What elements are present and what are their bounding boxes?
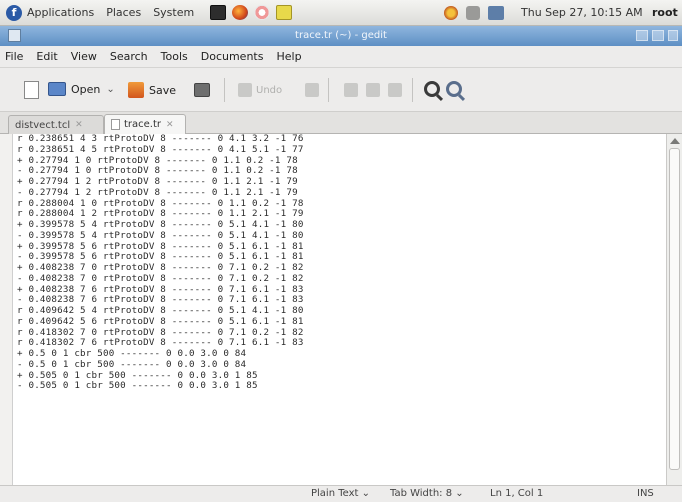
editor-left-margin	[0, 134, 12, 485]
print-icon	[194, 83, 210, 97]
volume-icon[interactable]	[466, 6, 480, 20]
document-tabs: distvect.tcl ✕ trace.tr ✕	[0, 112, 682, 134]
menu-tools[interactable]: Tools	[161, 50, 188, 63]
maximize-button[interactable]	[652, 30, 664, 41]
system-tray	[444, 0, 512, 26]
open-recent-arrow[interactable]: ⌄	[106, 84, 114, 95]
paste-button[interactable]	[388, 83, 402, 97]
tab-label: distvect.tcl	[15, 119, 71, 131]
applications-menu-label: Applications	[27, 6, 95, 19]
editor-line[interactable]: - 0.5 0 1 cbr 500 ------- 0 0.0 3.0 0 84	[13, 359, 666, 371]
close-icon[interactable]: ✕	[166, 120, 174, 130]
help-launcher-icon[interactable]	[254, 5, 271, 20]
network-icon[interactable]	[488, 6, 504, 20]
save-button-label: Save	[149, 83, 177, 97]
firefox-launcher-icon[interactable]	[232, 5, 249, 20]
copy-icon	[366, 83, 380, 97]
update-notifier-icon[interactable]	[444, 6, 458, 20]
insert-mode-indicator: INS	[637, 488, 654, 499]
notes-launcher-icon[interactable]	[276, 5, 293, 20]
user-switcher[interactable]: root	[652, 6, 678, 19]
replace-button[interactable]	[446, 81, 462, 97]
vertical-scrollbar[interactable]	[666, 134, 682, 485]
redo-icon	[305, 83, 319, 97]
editor-line[interactable]: r 0.238651 4 5 rtProtoDV 8 ------- 0 4.1…	[13, 144, 666, 156]
system-menu-label: System	[153, 6, 195, 19]
open-button[interactable]: Open ⌄	[48, 82, 115, 96]
system-menu[interactable]: System	[153, 6, 194, 19]
save-button[interactable]: Save	[128, 82, 176, 98]
menu-help[interactable]: Help	[276, 50, 301, 63]
open-button-label: Open	[71, 82, 101, 96]
new-button[interactable]	[24, 81, 43, 99]
search-icon	[424, 81, 440, 97]
fedora-logo-icon: f	[6, 4, 22, 21]
menu-search[interactable]: Search	[110, 50, 148, 63]
save-icon	[128, 82, 144, 98]
redo-button[interactable]	[305, 83, 319, 97]
tab-width-selector[interactable]: Tab Width: 8 ⌄	[390, 488, 464, 499]
text-editor[interactable]: r 0.238651 4 3 rtProtoDV 8 ------- 0 4.1…	[12, 134, 666, 485]
new-document-icon	[24, 81, 39, 99]
menu-bar: File Edit View Search Tools Documents He…	[0, 46, 682, 68]
print-button[interactable]	[194, 83, 210, 97]
scrollbar-thumb[interactable]	[669, 148, 680, 470]
cut-icon	[344, 83, 358, 97]
text-document-icon	[111, 119, 120, 130]
close-icon[interactable]: ✕	[75, 120, 83, 130]
toolbar-separator	[412, 78, 413, 102]
scroll-up-arrow[interactable]	[670, 138, 680, 144]
minimize-button[interactable]	[636, 30, 648, 41]
toolbar: Open ⌄ Save Undo	[0, 68, 682, 112]
window-titlebar[interactable]: trace.tr (~) - gedit	[0, 26, 682, 46]
menu-file[interactable]: File	[5, 50, 23, 63]
places-menu[interactable]: Places	[106, 6, 141, 19]
find-button[interactable]	[424, 81, 440, 97]
undo-icon	[238, 83, 252, 97]
menu-view[interactable]: View	[71, 50, 97, 63]
toolbar-separator	[224, 78, 225, 102]
paste-icon	[388, 83, 402, 97]
editor-line[interactable]: r 0.409642 5 6 rtProtoDV 8 ------- 0 5.1…	[13, 316, 666, 328]
panel-launchers	[210, 5, 293, 20]
editor-line[interactable]: - 0.27794 1 2 rtProtoDV 8 ------- 0 1.1 …	[13, 187, 666, 199]
open-folder-icon	[48, 82, 66, 96]
places-menu-label: Places	[106, 6, 142, 19]
menu-documents[interactable]: Documents	[201, 50, 264, 63]
tab-distvect[interactable]: distvect.tcl ✕	[8, 115, 104, 134]
top-panel: f Applications Places System Thu Sep 27,…	[0, 0, 682, 26]
menu-edit[interactable]: Edit	[36, 50, 57, 63]
language-selector[interactable]: Plain Text ⌄	[311, 488, 370, 499]
editor-line[interactable]: - 0.408238 7 0 rtProtoDV 8 ------- 0 7.1…	[13, 273, 666, 285]
copy-button[interactable]	[366, 83, 380, 97]
window-title: trace.tr (~) - gedit	[295, 30, 387, 41]
tab-label: trace.tr	[124, 119, 162, 130]
terminal-launcher-icon[interactable]	[210, 5, 227, 20]
close-window-button[interactable]	[668, 30, 678, 41]
status-bar: Plain Text ⌄ Tab Width: 8 ⌄ Ln 1, Col 1 …	[0, 485, 682, 502]
toolbar-separator	[328, 78, 329, 102]
undo-button-label: Undo	[256, 84, 283, 96]
panel-clock[interactable]: Thu Sep 27, 10:15 AM	[521, 6, 643, 19]
cursor-position: Ln 1, Col 1	[490, 488, 544, 499]
editor-line[interactable]: - 0.505 0 1 cbr 500 ------- 0 0.0 3.0 1 …	[13, 380, 666, 392]
find-replace-icon	[446, 81, 462, 97]
cut-button[interactable]	[344, 83, 358, 97]
tab-trace[interactable]: trace.tr ✕	[104, 114, 186, 134]
editor-line[interactable]: - 0.399578 5 4 rtProtoDV 8 ------- 0 5.1…	[13, 230, 666, 242]
applications-menu[interactable]: f Applications	[6, 4, 95, 21]
undo-button[interactable]: Undo	[238, 83, 282, 97]
